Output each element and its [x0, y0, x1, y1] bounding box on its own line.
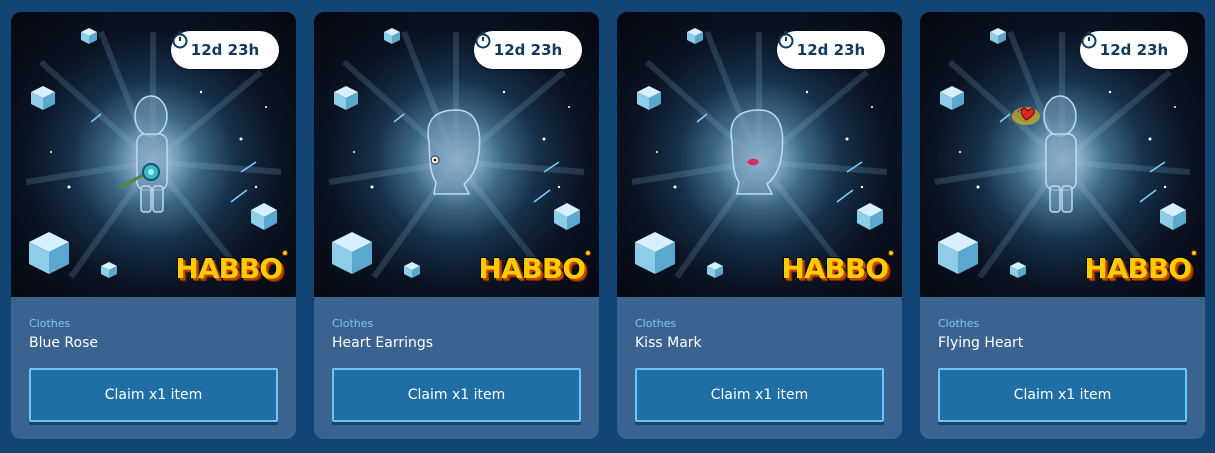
expiry-timer: 12d 23h: [777, 31, 885, 69]
claim-button[interactable]: Claim x1 item: [635, 368, 884, 422]
stopwatch-icon: [475, 31, 491, 49]
expiry-timer: 12d 23h: [474, 31, 582, 69]
item-artwork: 12d 23h HABBO: [617, 12, 902, 297]
registered-mark: [888, 250, 894, 256]
reward-grid: 12d 23h HABBO Clothes Blue Rose Claim x1…: [11, 12, 1205, 439]
flying-heart-icon: [1012, 107, 1040, 125]
reward-card: 12d 23h HABBO Clothes Heart Earrings Cla…: [314, 12, 599, 439]
registered-mark: [585, 250, 591, 256]
claim-button[interactable]: Claim x1 item: [938, 368, 1187, 422]
timer-text: 12d 23h: [796, 41, 866, 59]
item-name: Blue Rose: [29, 335, 99, 351]
item-artwork: 12d 23h HABBO: [11, 12, 296, 297]
claim-button[interactable]: Claim x1 item: [332, 368, 581, 422]
expiry-timer: 12d 23h: [171, 31, 279, 69]
item-name: Kiss Mark: [635, 335, 702, 351]
item-artwork: 12d 23h HABBO: [920, 12, 1205, 297]
stopwatch-icon: [778, 31, 794, 49]
timer-text: 12d 23h: [190, 41, 260, 59]
item-name: Heart Earrings: [332, 335, 434, 351]
item-artwork: 12d 23h HABBO: [314, 12, 599, 297]
avatar-silhouette: [1043, 95, 1077, 213]
habbo-logo: HABBO: [1084, 252, 1192, 285]
habbo-logo: HABBO: [781, 252, 889, 285]
timer-text: 12d 23h: [493, 41, 563, 59]
avatar-silhouette: [134, 95, 168, 213]
expiry-timer: 12d 23h: [1080, 31, 1188, 69]
registered-mark: [282, 250, 288, 256]
item-name: Flying Heart: [938, 335, 1024, 351]
reward-card: 12d 23h HABBO Clothes Blue Rose Claim x1…: [11, 12, 296, 439]
registered-mark: [1191, 250, 1197, 256]
item-category: Clothes: [29, 317, 71, 330]
item-category: Clothes: [938, 317, 980, 330]
item-category: Clothes: [332, 317, 374, 330]
habbo-logo: HABBO: [478, 252, 586, 285]
reward-card: 12d 23h HABBO Clothes Flying Heart Claim…: [920, 12, 1205, 439]
habbo-logo: HABBO: [175, 252, 283, 285]
timer-text: 12d 23h: [1099, 41, 1169, 59]
heart-earring-icon: [430, 155, 440, 165]
reward-card: 12d 23h HABBO Clothes Kiss Mark Claim x1…: [617, 12, 902, 439]
item-category: Clothes: [635, 317, 677, 330]
stopwatch-icon: [172, 31, 188, 49]
stopwatch-icon: [1081, 31, 1097, 49]
claim-button[interactable]: Claim x1 item: [29, 368, 278, 422]
